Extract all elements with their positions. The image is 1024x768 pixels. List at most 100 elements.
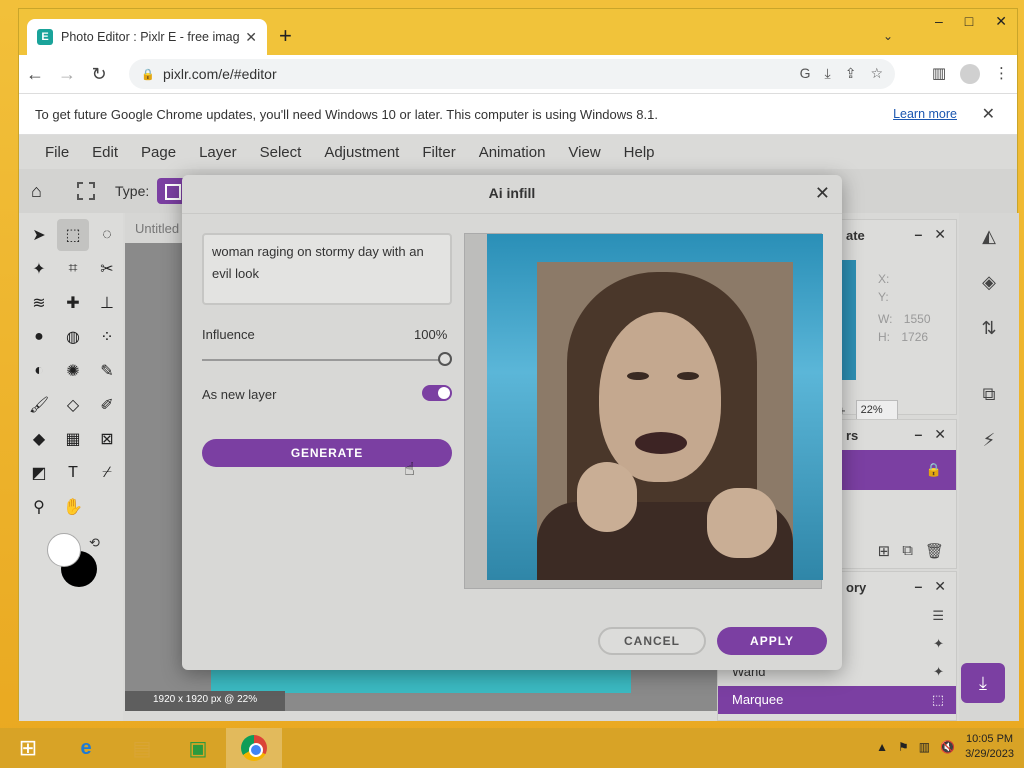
start-button-icon[interactable]: ⊞ [0,728,56,768]
add-layer-icon[interactable]: ⊞ [878,542,891,560]
duplicate-layer-icon[interactable]: ⧉ [902,542,913,560]
prompt-textarea[interactable]: woman raging on stormy day with an evil … [202,233,452,305]
history-close-icon[interactable]: ✕ [934,578,946,595]
back-button[interactable]: ← [19,64,51,85]
hand-tool-icon[interactable]: ✋ [57,491,89,523]
navigator-collapse-icon[interactable]: – [914,226,922,243]
influence-slider-track[interactable] [202,359,444,361]
navigator-close-icon[interactable]: ✕ [934,226,946,243]
shapes-tool-icon[interactable]: ◩ [23,457,55,489]
minimize-button[interactable]: – [935,13,943,30]
marquee-tool-icon[interactable]: ⬚ [57,219,89,251]
brush-tool-icon[interactable]: 🖌 [23,389,55,421]
new-layer-toggle[interactable] [422,385,452,401]
delete-layer-icon[interactable]: 🗑 [925,542,944,560]
menu-select[interactable]: Select [260,144,302,161]
tray-expand-icon[interactable]: ▲ [876,740,888,754]
navigator-thumbnail[interactable] [842,260,856,380]
gradient-tool-icon[interactable]: ▦ [57,423,89,455]
fill-tool-icon[interactable]: ◆ [23,423,55,455]
menu-layer[interactable]: Layer [199,144,237,161]
color-replace-tool-icon[interactable]: ◐ [23,355,55,387]
swap-colors-icon[interactable]: ⟲ [89,535,100,551]
install-icon[interactable]: ⤓ [825,65,831,82]
shape-tool-icon[interactable]: ⊠ [91,423,123,455]
tab-close-icon[interactable]: ✕ [245,29,257,46]
eyedropper-tool-icon[interactable]: ⌿ [91,457,123,489]
profile-avatar[interactable] [960,64,980,84]
file-explorer-icon[interactable]: ▤ [114,728,170,768]
internet-explorer-icon[interactable]: e [58,728,114,768]
zoom-row: + 22% [838,400,898,420]
layers-toggle-icon[interactable]: ◈ [959,259,1019,305]
side-panel-icon[interactable]: ▥ [932,64,946,84]
liquify-tool-icon[interactable]: ≋ [23,287,55,319]
history-toggle-icon[interactable]: ⚡ [959,417,1019,463]
forward-button[interactable]: → [51,64,83,85]
arrange-tool-icon[interactable]: ➤ [23,219,55,251]
layer-lock-icon[interactable]: 🔒 [926,462,942,478]
dialog-close-icon[interactable]: ✕ [815,183,830,204]
browser-tab[interactable]: E Photo Editor : Pixlr E - free image ✕ [27,19,267,55]
menu-dots-icon[interactable]: ⋮ [994,64,1009,84]
layers-close-icon[interactable]: ✕ [934,426,946,443]
text-tool-icon[interactable]: T [57,457,89,489]
sponge-tool-icon[interactable]: ◍ [57,321,89,353]
menu-filter[interactable]: Filter [422,144,455,161]
maximize-button[interactable]: □ [965,13,973,30]
heal-tool-icon[interactable]: ✚ [57,287,89,319]
history-collapse-icon[interactable]: – [914,578,922,595]
navigator-toggle-icon[interactable]: ◭ [959,213,1019,259]
tab-search-chevron-icon[interactable]: ⌄ [883,29,893,43]
learn-more-link[interactable]: Learn more [893,107,957,121]
address-bar[interactable]: 🔒 pixlr.com/e/#editor G ⤓ ⇪ ☆ [129,59,895,89]
layers-collapse-icon[interactable]: – [914,426,922,443]
cancel-button[interactable]: CANCEL [598,627,706,655]
cut-tool-icon[interactable]: ✂ [91,253,123,285]
new-layer-label: As new layer [202,387,277,402]
close-window-button[interactable]: ✕ [995,13,1007,30]
download-icon[interactable]: ⤓ [961,663,1005,703]
network-icon[interactable]: ▥ [919,740,930,754]
blur-tool-icon[interactable]: ● [23,321,55,353]
bookmark-star-icon[interactable]: ☆ [870,65,883,82]
menu-view[interactable]: View [568,144,600,161]
menu-page[interactable]: Page [141,144,176,161]
menu-edit[interactable]: Edit [92,144,118,161]
dodge-tool-icon[interactable]: ⁘ [91,321,123,353]
infill-preview [464,233,823,589]
apply-button[interactable]: APPLY [717,627,827,655]
zoom-input[interactable]: 22% [855,400,898,420]
home-icon[interactable]: ⌂ [31,181,57,202]
properties-toggle-icon[interactable]: ⇅ [959,305,1019,351]
new-tab-button[interactable]: + [279,25,292,47]
flag-icon[interactable]: ⚑ [898,740,909,754]
sharpen-tool-icon[interactable]: ✺ [57,355,89,387]
clock[interactable]: 10:05 PM 3/29/2023 [965,732,1014,762]
windows-store-icon[interactable]: ▣ [170,728,226,768]
infobar-close-icon[interactable]: ✕ [982,104,995,124]
menu-animation[interactable]: Animation [479,144,546,161]
foreground-color-swatch[interactable] [47,533,81,567]
share-icon[interactable]: ⇪ [845,65,857,82]
pencil-tool-icon[interactable]: ✎ [91,355,123,387]
lasso-tool-icon[interactable]: ◌ [91,219,123,251]
fullscreen-toggle-icon[interactable]: ⧉ [959,371,1019,417]
google-icon[interactable]: G [800,65,811,82]
marquee-option-icon[interactable] [77,182,95,200]
menu-file[interactable]: File [45,144,69,161]
eraser-tool-icon[interactable]: ◇ [57,389,89,421]
crop-tool-icon[interactable]: ⌗ [57,253,89,285]
wand-tool-icon[interactable]: ✦ [23,253,55,285]
draw-tool-icon[interactable]: ✐ [91,389,123,421]
generated-image [537,262,793,580]
clone-stamp-tool-icon[interactable]: ⊥ [91,287,123,319]
zoom-tool-icon[interactable]: ⚲ [23,491,55,523]
volume-icon[interactable]: 🔇 [940,740,955,754]
reload-button[interactable]: ↻ [83,64,115,85]
menu-help[interactable]: Help [624,144,655,161]
menu-adjustment[interactable]: Adjustment [324,144,399,161]
influence-slider-thumb[interactable] [438,352,452,366]
history-item[interactable]: Marquee ⬚ [718,686,956,714]
chrome-taskbar-icon[interactable] [226,728,282,768]
